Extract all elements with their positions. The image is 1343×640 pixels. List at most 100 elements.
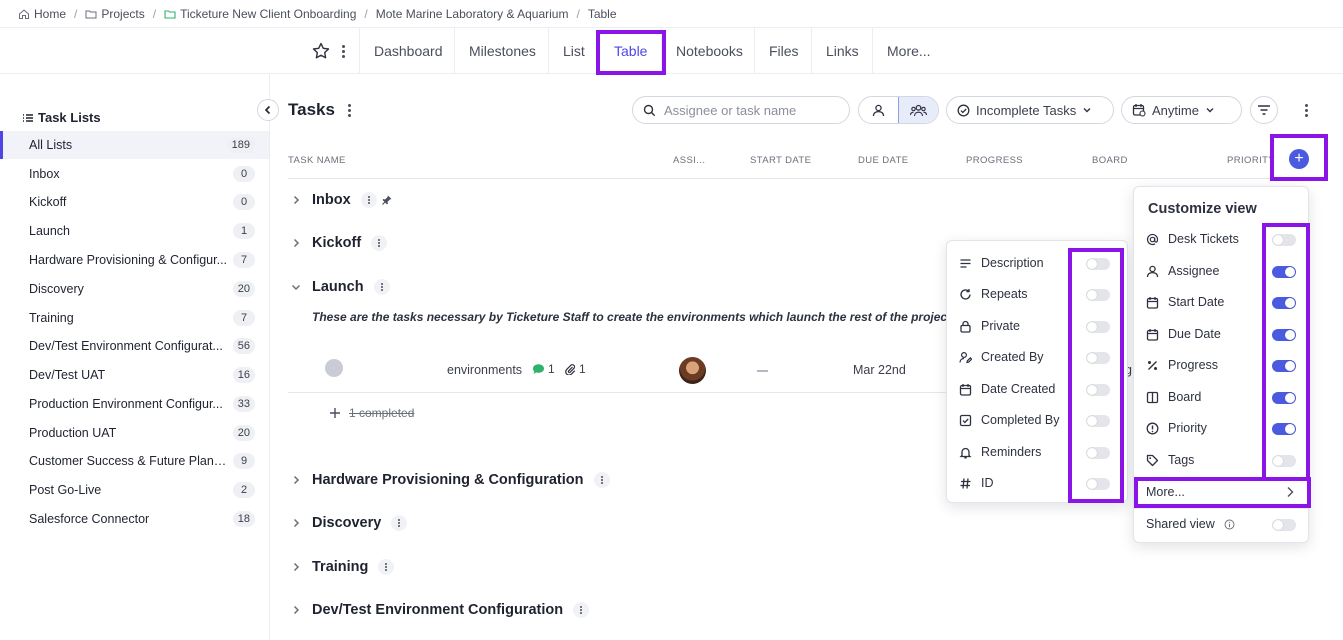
tab-links[interactable]: Links [811,28,873,74]
completed-tasks-toggle[interactable]: 1 completed [329,406,414,420]
chevron-right-icon[interactable] [288,515,304,531]
cv-item-desk-tickets[interactable]: Desk Tickets [1146,229,1239,249]
comment-count[interactable]: 1 [532,362,555,376]
cv-item-start-date[interactable]: Start Date [1146,292,1224,312]
group-more-icon[interactable] [371,235,388,251]
tab-milestones[interactable]: Milestones [454,28,550,74]
group-devtest-env[interactable]: Dev/Test Environment Configuration [288,598,590,622]
toggle-shared-view[interactable] [1272,519,1296,531]
sidebar-item-inbox[interactable]: Inbox 0 [0,160,269,188]
cv-item-board[interactable]: Board [1146,387,1201,407]
cv-item-priority[interactable]: Priority [1146,418,1207,438]
cv-shared-view[interactable]: Shared view [1146,514,1235,534]
task-complete-checkbox[interactable] [325,359,343,377]
sidebar-item-discovery[interactable]: Discovery 20 [0,275,269,303]
search-box[interactable] [632,96,850,124]
column-due-date[interactable]: DUE DATE [858,155,909,166]
cv-item-assignee[interactable]: Assignee [1146,261,1219,281]
cv-item-due-date[interactable]: Due Date [1146,324,1221,344]
chevron-right-icon[interactable] [288,192,304,208]
cv-item-progress[interactable]: Progress [1146,355,1218,375]
column-task-name[interactable]: TASK NAME [288,155,346,166]
menu-item-created-by[interactable]: Created By [959,347,1044,367]
sidebar-item-production-env[interactable]: Production Environment Configur... 33 [0,390,269,418]
task-name[interactable]: environments [447,363,522,377]
menu-item-id[interactable]: ID [959,473,994,493]
task-filter-dropdown[interactable]: Incomplete Tasks [946,96,1114,124]
group-more-icon[interactable] [373,279,390,295]
menu-item-description[interactable]: Description [959,253,1044,273]
group-training[interactable]: Training [288,555,395,579]
sidebar-item-training[interactable]: Training 7 [0,304,269,332]
column-assignee[interactable]: ASSI... [673,155,705,166]
sidebar-item-salesforce[interactable]: Salesforce Connector 18 [0,505,269,533]
tab-files[interactable]: Files [754,28,813,74]
collapse-sidebar-button[interactable] [257,99,279,121]
panel-divider [1134,508,1308,509]
sidebar-item-production-uat[interactable]: Production UAT 20 [0,419,269,447]
chevron-right-icon[interactable] [288,235,304,251]
date-range-dropdown[interactable]: Anytime [1121,96,1242,124]
tab-list[interactable]: List [548,28,599,74]
breadcrumb-home[interactable]: Home [18,7,66,21]
start-date-empty[interactable] [757,370,768,372]
group-more-icon[interactable] [378,559,395,575]
assignee-avatar[interactable] [679,357,706,384]
group-more-icon[interactable] [593,472,610,488]
my-tasks-toggle[interactable] [859,97,898,123]
check-square-icon [959,414,972,426]
group-hardware[interactable]: Hardware Provisioning & Configuration [288,468,610,492]
column-progress[interactable]: PROGRESS [966,155,1023,166]
breadcrumb-separator: / [74,6,78,21]
column-start-date[interactable]: START DATE [750,155,811,166]
group-inbox[interactable]: Inbox [288,188,393,212]
pin-icon[interactable] [381,194,393,206]
sidebar-item-devtest-uat[interactable]: Dev/Test UAT 16 [0,361,269,389]
column-board[interactable]: BOARD [1092,155,1128,166]
column-priority[interactable]: PRIORITY [1227,155,1275,166]
menu-item-private[interactable]: Private [959,316,1020,336]
breadcrumb-client[interactable]: Mote Marine Laboratory & Aquarium [376,7,569,21]
menu-item-completed-by[interactable]: Completed By [959,410,1060,430]
cv-item-tags[interactable]: Tags [1146,450,1194,470]
group-more-icon[interactable] [391,515,408,531]
chevron-right-icon[interactable] [288,559,304,575]
chevron-right-icon[interactable] [288,472,304,488]
sidebar-item-all-lists[interactable]: All Lists 189 [0,131,269,159]
sidebar-item-hardware[interactable]: Hardware Provisioning & Configur... 7 [0,246,269,274]
toolbar-more-icon[interactable] [1301,101,1311,119]
count-badge: 16 [232,367,255,383]
group-more-icon[interactable] [573,602,590,618]
priority-icon [1146,422,1159,434]
due-date[interactable]: Mar 22nd [853,363,906,377]
chevron-down-icon[interactable] [288,279,304,295]
sidebar-item-kickoff[interactable]: Kickoff 0 [0,188,269,216]
group-kickoff[interactable]: Kickoff [288,231,388,255]
sidebar-item-launch[interactable]: Launch 1 [0,217,269,245]
menu-item-repeats[interactable]: Repeats [959,284,1028,304]
breadcrumb-project[interactable]: Ticketure New Client Onboarding [164,7,356,21]
menu-item-reminders[interactable]: Reminders [959,442,1041,462]
sidebar-item-devtest-env[interactable]: Dev/Test Environment Configurat... 56 [0,332,269,360]
chevron-right-icon[interactable] [288,602,304,618]
info-icon[interactable] [1224,519,1235,530]
sidebar-item-post-go-live[interactable]: Post Go-Live 2 [0,476,269,504]
filter-button[interactable] [1250,96,1278,124]
percent-icon [1148,360,1157,370]
tab-more[interactable]: More... [872,28,945,74]
tab-notebooks[interactable]: Notebooks [661,28,757,74]
home-icon [19,8,29,19]
more-options-icon[interactable] [338,42,348,60]
attachment-count[interactable]: 1 [564,362,586,376]
title-more-icon[interactable] [344,101,354,119]
breadcrumb-projects[interactable]: Projects [85,7,145,21]
menu-item-date-created[interactable]: Date Created [959,379,1055,399]
tab-dashboard[interactable]: Dashboard [359,28,457,74]
star-icon[interactable] [311,41,331,61]
group-more-icon[interactable] [360,192,377,208]
search-input[interactable] [664,102,844,118]
sidebar-item-customer-success[interactable]: Customer Success & Future Plann... 9 [0,447,269,475]
group-discovery[interactable]: Discovery [288,511,408,535]
everyone-toggle[interactable] [898,97,938,123]
group-launch[interactable]: Launch [288,275,390,299]
